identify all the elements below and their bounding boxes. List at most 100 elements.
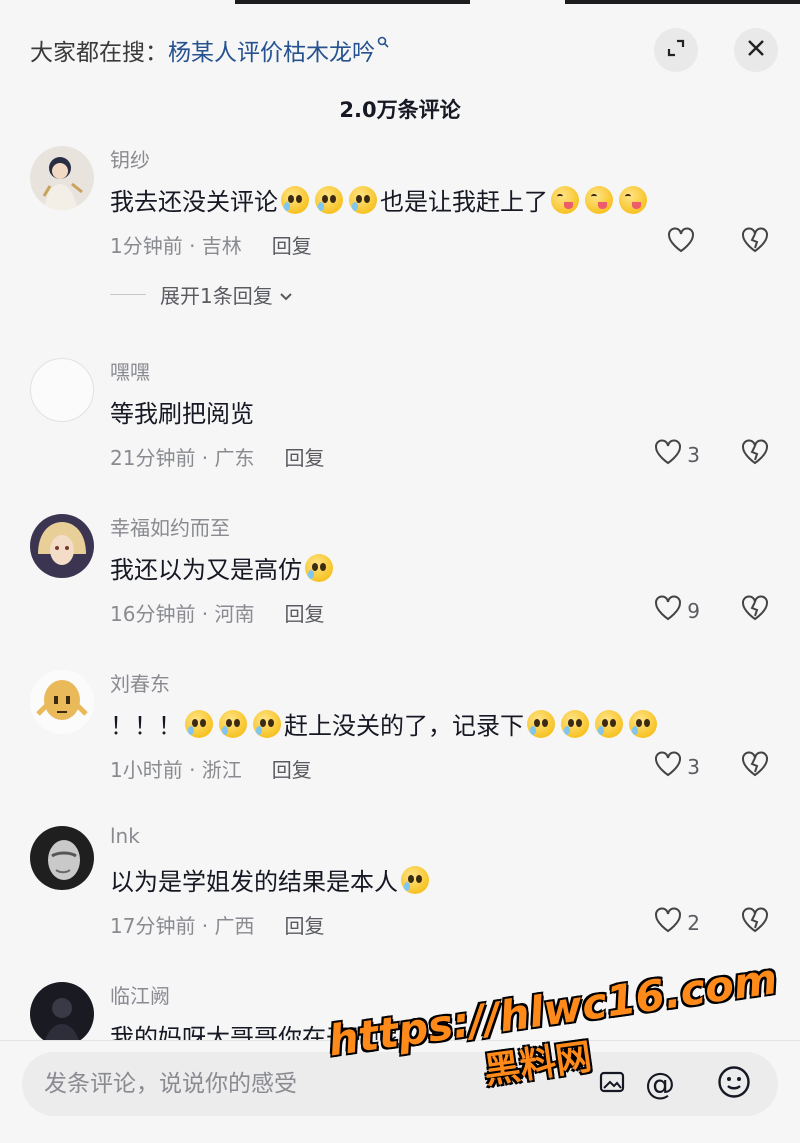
comment-time-location: 21分钟前 · 广东 [110, 446, 255, 470]
comment-text-part: 也是让我赶上了 [380, 188, 548, 216]
crying-emoji-icon [315, 185, 343, 214]
expand-icon [666, 38, 686, 62]
comment-text: ！！！ 赶上没关的了，记录下 [110, 706, 660, 741]
image-icon [598, 1068, 626, 1100]
avatar[interactable] [30, 982, 94, 1040]
search-icon [377, 36, 389, 52]
crying-emoji-icon [561, 709, 589, 738]
dislike-button[interactable] [740, 750, 770, 782]
reply-button[interactable]: 回复 [285, 598, 325, 627]
dislike-button[interactable] [740, 906, 770, 938]
like-button[interactable]: 2 [653, 906, 700, 939]
crying-emoji-icon [253, 709, 281, 738]
dislike-button[interactable] [740, 438, 770, 470]
crying-emoji-icon [527, 709, 555, 738]
crying-emoji-icon [629, 709, 657, 738]
expand-replies-label: 展开1条回复 [160, 284, 273, 308]
comment-time-location: 16分钟前 · 河南 [110, 602, 255, 626]
comment-meta: 21分钟前 · 广东 回复 [110, 442, 325, 471]
broken-heart-icon [740, 751, 770, 782]
broken-heart-icon [740, 227, 770, 258]
broken-heart-icon [740, 595, 770, 626]
comment-username[interactable]: 嘿嘿 [110, 356, 150, 385]
emoji-button[interactable] [714, 1064, 754, 1104]
comment-meta: 16分钟前 · 河南 回复 [110, 598, 325, 627]
comment-meta: 1小时前 · 浙江 回复 [110, 754, 312, 783]
close-icon [746, 38, 766, 62]
mention-button[interactable]: @ [640, 1064, 680, 1104]
heart-icon [653, 906, 687, 939]
comment-username[interactable]: lnk [110, 824, 140, 848]
like-button[interactable]: 3 [653, 438, 700, 471]
heart-icon [653, 750, 687, 783]
search-suggestion-prefix: 大家都在搜： [30, 40, 168, 66]
broken-heart-icon [740, 907, 770, 938]
crying-emoji-icon [219, 709, 247, 738]
broken-heart-icon [740, 439, 770, 470]
at-icon: @ [645, 1066, 675, 1102]
comment-text-part: 赶上没关的了，记录下 [284, 712, 524, 740]
comment-username[interactable]: 钥纱 [110, 144, 150, 173]
like-count: 3 [687, 442, 700, 467]
reply-button[interactable]: 回复 [285, 910, 325, 939]
heart-icon [666, 226, 700, 259]
avatar[interactable] [30, 146, 94, 210]
yum-emoji-icon [551, 185, 579, 214]
avatar[interactable] [30, 670, 94, 734]
reply-button[interactable]: 回复 [285, 442, 325, 471]
comment-time-location: 1小时前 · 浙江 [110, 758, 242, 782]
yum-emoji-icon [585, 185, 613, 214]
comment-meta: 1分钟前 · 吉林 回复 [110, 230, 312, 259]
avatar[interactable] [30, 358, 94, 422]
crying-emoji-icon [401, 865, 429, 894]
comment-text-part: 我还以为又是高仿 [110, 556, 302, 584]
comment-list[interactable]: 钥纱 我去还没关评论 也是让我赶上了 1分钟前 · 吉林 回复 展开1条回复 嘿… [0, 140, 800, 1040]
fullscreen-button[interactable] [654, 28, 698, 72]
like-button[interactable]: 9 [653, 594, 700, 627]
dislike-button[interactable] [740, 594, 770, 626]
status-indicator-right [565, 0, 800, 4]
comment-text: 以为是学姐发的结果是本人 [110, 862, 432, 897]
reply-button[interactable]: 回复 [272, 754, 312, 783]
image-button[interactable] [592, 1064, 632, 1104]
expand-replies-button[interactable]: 展开1条回复 [110, 280, 293, 309]
crying-emoji-icon [595, 709, 623, 738]
smiley-icon [717, 1065, 751, 1103]
close-button[interactable] [734, 28, 778, 72]
comment-username[interactable]: 幸福如约而至 [110, 512, 230, 541]
like-button[interactable]: 3 [653, 750, 700, 783]
chevron-down-icon [279, 283, 293, 307]
comment-input[interactable] [44, 1071, 524, 1097]
expand-divider [110, 294, 146, 295]
comment-username[interactable]: 临江阙 [110, 980, 170, 1009]
comment-text: 等我刷把阅览 [110, 400, 254, 428]
comment-text-part: 我去还没关评论 [110, 188, 278, 216]
reply-button[interactable]: 回复 [272, 230, 312, 259]
comment-count-title: 2.0万条评论 [339, 98, 461, 122]
search-suggestion-query[interactable]: 杨某人评价枯木龙吟 [168, 33, 375, 67]
crying-emoji-icon [281, 185, 309, 214]
input-divider [0, 1040, 800, 1041]
status-indicator-left [235, 0, 470, 4]
comment-username[interactable]: 刘春东 [110, 668, 170, 697]
comment-text: 我去还没关评论 也是让我赶上了 [110, 182, 650, 217]
comment-meta: 17分钟前 · 广西 回复 [110, 910, 325, 939]
yum-emoji-icon [619, 185, 647, 214]
like-count: 2 [687, 910, 700, 935]
heart-icon [653, 438, 687, 471]
avatar[interactable] [30, 514, 94, 578]
comment-text-part: 以为是学姐发的结果是本人 [110, 868, 398, 896]
like-count: 9 [687, 598, 700, 623]
crying-emoji-icon [305, 553, 333, 582]
heart-icon [653, 594, 687, 627]
comment-time-location: 1分钟前 · 吉林 [110, 234, 242, 258]
comment-time-location: 17分钟前 · 广西 [110, 914, 255, 938]
search-suggestion[interactable]: 大家都在搜： 杨某人评价枯木龙吟 [30, 30, 389, 70]
avatar[interactable] [30, 826, 94, 890]
comment-text-part: ！！！ [110, 712, 182, 740]
comment-input-bar: @ [22, 1052, 778, 1116]
like-button[interactable] [666, 226, 700, 259]
dislike-button[interactable] [740, 226, 770, 258]
comment-text: 我的妈呀大哥哥你在干嘛呢 [110, 1024, 398, 1040]
comment-text: 我还以为又是高仿 [110, 550, 336, 585]
